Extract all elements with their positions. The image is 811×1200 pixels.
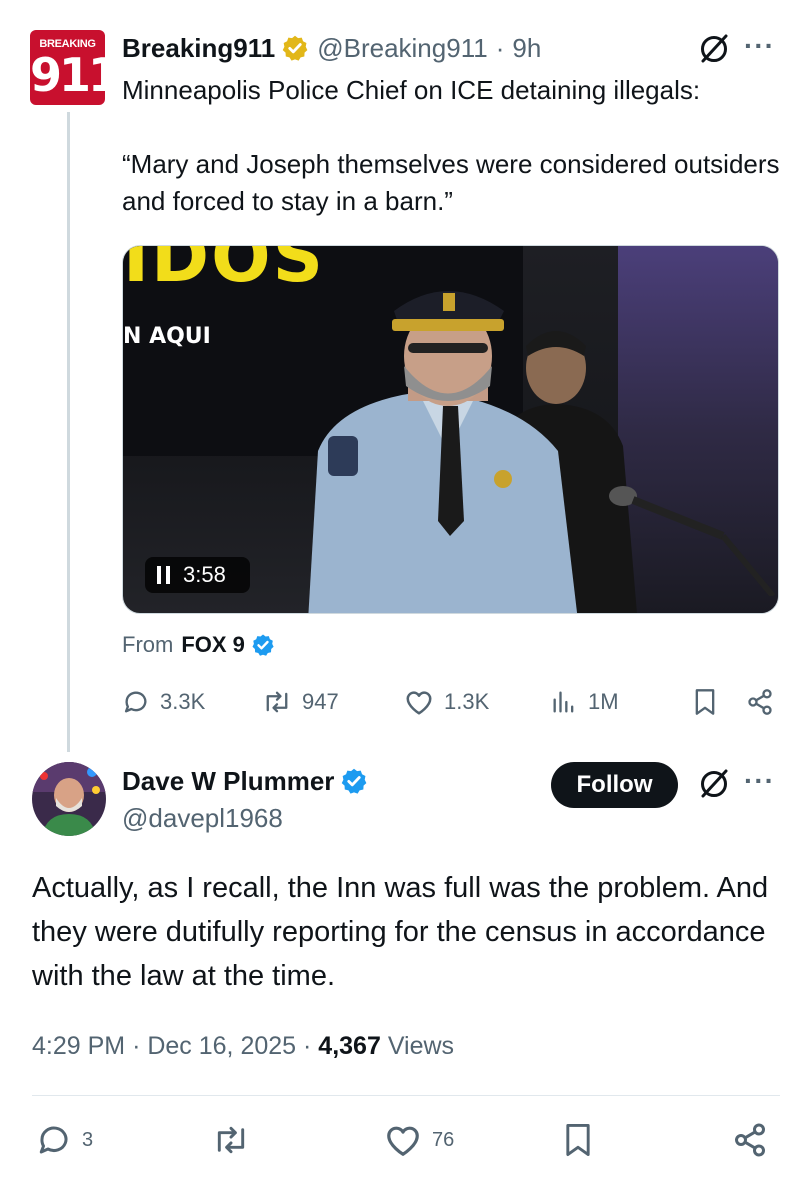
gold-verified-icon <box>282 35 308 61</box>
breaking911-avatar[interactable]: BREAKING 911 <box>30 30 105 105</box>
bookmark-icon <box>566 1124 590 1156</box>
parent-text-quote: “Mary and Joseph themselves were conside… <box>122 149 780 216</box>
reply-meta-line: 4:29 PM · Dec 16, 2025 · 4,367 Views <box>32 1032 454 1061</box>
repost-icon <box>266 691 288 713</box>
views-button[interactable]: 1M <box>550 682 619 722</box>
grok-icon[interactable] <box>697 32 731 66</box>
video-police-chief-figure <box>308 291 578 613</box>
meta-separator: · <box>303 1032 312 1060</box>
views-count: 1M <box>588 689 619 714</box>
reply-header: Dave W Plummer <box>122 764 368 798</box>
repost-count: 947 <box>302 689 339 714</box>
source-name[interactable]: FOX 9 <box>181 632 245 658</box>
reply-author-name[interactable]: Dave W Plummer <box>122 766 334 797</box>
blue-verified-icon <box>342 768 367 794</box>
reply-author-avatar[interactable] <box>32 762 106 836</box>
video-player[interactable]: IDOS N AQUI 3:58 <box>122 245 779 614</box>
parent-tweet-text: Minneapolis Police Chief on ICE detainin… <box>122 72 782 257</box>
reply-button[interactable]: 3 <box>36 1120 93 1160</box>
like-icon <box>406 691 432 715</box>
video-duration: 3:58 <box>183 562 226 587</box>
bookmark-button[interactable] <box>562 1120 604 1160</box>
thread-connector-line <box>67 112 70 752</box>
blue-verified-icon <box>252 634 274 656</box>
like-icon <box>387 1126 419 1156</box>
parent-action-bar: 3.3K 947 1.3K 1M <box>122 682 782 722</box>
like-count: 76 <box>432 1128 455 1151</box>
share-button[interactable] <box>732 1120 778 1160</box>
meta-separator: · <box>132 1032 141 1060</box>
reply-button[interactable]: 3.3K <box>122 682 205 722</box>
share-icon <box>735 1123 765 1157</box>
reply-icon <box>124 691 147 713</box>
video-microphone <box>609 486 776 596</box>
share-icon <box>748 689 772 715</box>
video-sign-subtext: N AQUI <box>123 324 211 349</box>
reply-count: 3.3K <box>160 689 206 714</box>
more-icon[interactable]: ··· <box>744 765 775 797</box>
divider <box>32 1095 780 1096</box>
parent-text-line: Minneapolis Police Chief on ICE detainin… <box>122 75 701 105</box>
bookmark-button[interactable] <box>692 682 728 722</box>
like-count: 1.3K <box>444 689 490 714</box>
share-button[interactable] <box>746 682 784 722</box>
header-separator: · <box>495 32 505 63</box>
repost-icon <box>217 1126 245 1154</box>
reply-count: 3 <box>82 1128 94 1151</box>
source-prefix: From <box>122 632 174 657</box>
reply-icon <box>39 1126 68 1154</box>
reply-views-count: 4,367 <box>318 1032 381 1060</box>
parent-timestamp[interactable]: 9h <box>512 33 541 64</box>
video-duration-pill[interactable]: 3:58 <box>145 557 250 593</box>
reply-author-handle[interactable]: @davepl1968 <box>122 803 283 834</box>
repost-button[interactable]: 947 <box>262 682 339 722</box>
reply-tweet-text: Actually, as I recall, the Inn was full … <box>32 872 769 992</box>
follow-button[interactable]: Follow <box>551 762 678 808</box>
video-sign-text: IDOS <box>123 245 326 298</box>
like-button[interactable]: 76 <box>384 1120 454 1160</box>
avatar-911-text: 911 <box>30 48 105 102</box>
reply-date[interactable]: Dec 16, 2025 <box>147 1032 296 1060</box>
views-icon <box>553 691 574 713</box>
repost-button[interactable] <box>212 1120 260 1160</box>
parent-header: Breaking911 @Breaking911 · 9h <box>122 30 541 66</box>
grok-icon[interactable] <box>697 767 731 801</box>
more-icon[interactable]: ··· <box>744 30 775 62</box>
reply-time[interactable]: 4:29 PM <box>32 1032 125 1060</box>
reply-views-label: Views <box>387 1032 455 1060</box>
reply-action-bar: 3 76 <box>32 1120 780 1164</box>
like-button[interactable]: 1.3K <box>404 682 489 722</box>
bookmark-icon <box>695 689 715 715</box>
parent-author-handle[interactable]: @Breaking911 <box>317 33 487 64</box>
pause-icon[interactable] <box>157 566 171 584</box>
parent-author-name[interactable]: Breaking911 <box>122 33 275 64</box>
media-source-line: From FOX 9 <box>122 630 275 660</box>
